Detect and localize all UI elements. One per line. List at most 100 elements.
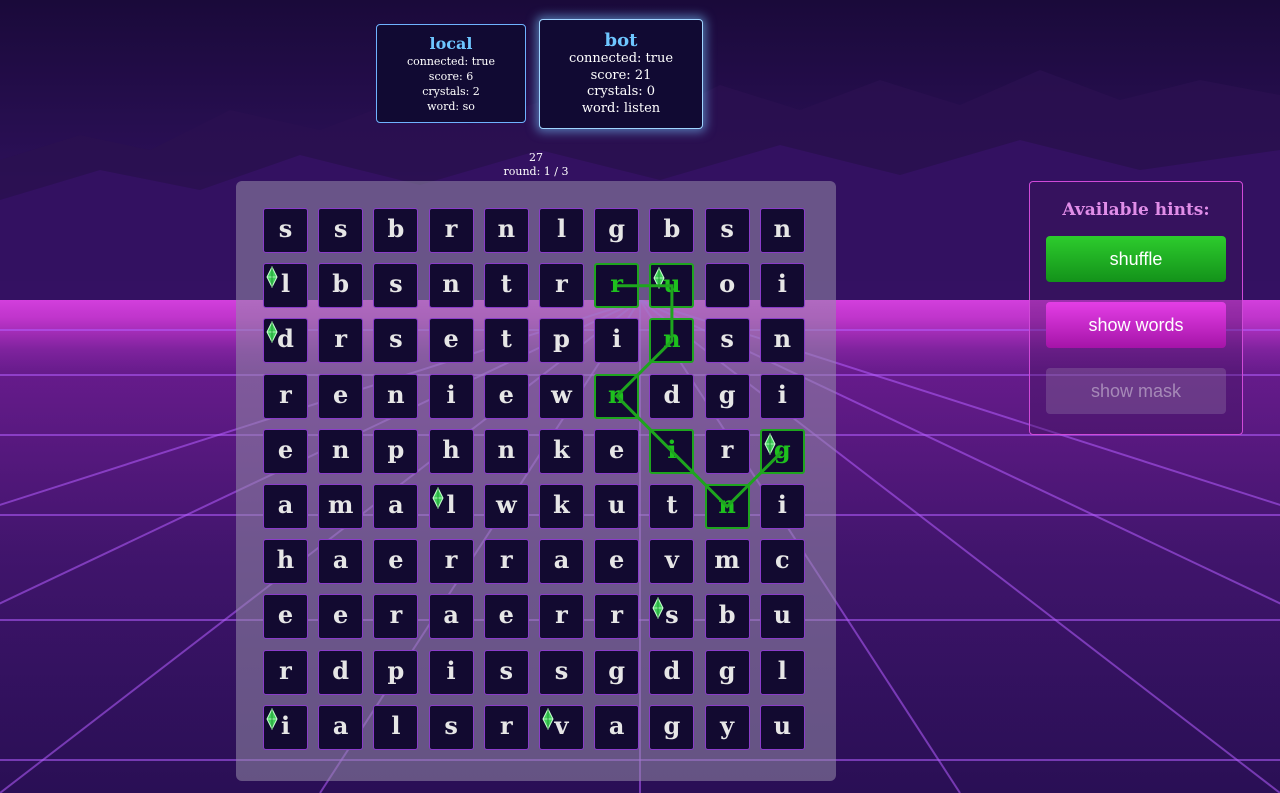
letter-tile[interactable]: g — [759, 428, 805, 474]
letter-tile[interactable]: a — [318, 539, 364, 585]
letter-tile[interactable]: s — [373, 318, 419, 364]
letter-tile[interactable]: b — [373, 208, 419, 253]
letter-tile[interactable]: a — [594, 704, 640, 750]
letter-tile[interactable]: g — [649, 704, 695, 750]
letter-tile[interactable]: r — [539, 594, 584, 640]
letter-tile[interactable]: u — [759, 704, 805, 750]
letter-tile[interactable]: r — [704, 428, 750, 474]
letter-tile[interactable]: r — [428, 539, 474, 585]
letter-tile[interactable]: s — [483, 649, 529, 695]
letter-tile[interactable]: e — [483, 594, 529, 640]
letter-tile[interactable]: d — [649, 373, 695, 419]
letter-tile[interactable]: e — [594, 539, 640, 585]
letter-tile[interactable]: e — [594, 428, 640, 474]
letter-tile[interactable]: n — [759, 208, 805, 253]
letter-tile[interactable]: t — [649, 484, 695, 529]
letter-tile[interactable]: n — [483, 208, 529, 253]
letter-tile[interactable]: r — [263, 649, 308, 695]
letter-tile[interactable]: n — [428, 263, 474, 309]
letter-tile[interactable]: r — [594, 263, 640, 309]
show-words-button[interactable]: show words — [1046, 302, 1226, 348]
letter-tile[interactable]: e — [318, 373, 364, 419]
letter-tile[interactable]: s — [649, 594, 695, 640]
letter-tile[interactable]: v — [539, 704, 584, 750]
letter-tile[interactable]: i — [428, 649, 474, 695]
shuffle-button[interactable]: shuffle — [1046, 236, 1226, 282]
letter-tile[interactable]: l — [373, 704, 419, 750]
letter-tile[interactable]: s — [704, 318, 750, 364]
letter-tile[interactable]: i — [428, 373, 474, 419]
letter-tile[interactable]: g — [704, 373, 750, 419]
letter-tile[interactable]: k — [539, 484, 584, 529]
letter-tile[interactable]: s — [704, 208, 750, 253]
letter-tile[interactable]: m — [704, 539, 750, 585]
letter-tile[interactable]: a — [318, 704, 364, 750]
letter-tile[interactable]: r — [594, 594, 640, 640]
letter-tile[interactable]: n — [483, 428, 529, 474]
letter-tile[interactable]: s — [318, 208, 364, 253]
letter-tile[interactable]: o — [704, 263, 750, 309]
letter-tile[interactable]: e — [263, 594, 308, 640]
letter-tile[interactable]: r — [373, 594, 419, 640]
letter-tile[interactable]: v — [649, 539, 695, 585]
letter-tile[interactable]: r — [539, 263, 584, 309]
letter-tile[interactable]: e — [373, 539, 419, 585]
letter-tile[interactable]: a — [539, 539, 584, 585]
letter-tile[interactable]: i — [759, 373, 805, 419]
letter-tile[interactable]: t — [483, 263, 529, 309]
letter-tile[interactable]: i — [759, 263, 805, 309]
letter-tile[interactable]: d — [318, 649, 364, 695]
letter-tile[interactable]: a — [263, 484, 308, 529]
letter-tile[interactable]: n — [594, 373, 640, 419]
letter-tile[interactable]: y — [704, 704, 750, 750]
letter-tile[interactable]: l — [428, 484, 474, 529]
letter-tile[interactable]: h — [428, 428, 474, 474]
letter-tile[interactable]: p — [373, 428, 419, 474]
letter-tile[interactable]: s — [428, 704, 474, 750]
letter-tile[interactable]: i — [594, 318, 640, 364]
letter-tile[interactable]: d — [649, 649, 695, 695]
letter-tile[interactable]: w — [483, 484, 529, 529]
letter-tile[interactable]: m — [318, 484, 364, 529]
letter-tile[interactable]: l — [539, 208, 584, 253]
letter-tile[interactable]: s — [373, 263, 419, 309]
letter-tile[interactable]: g — [594, 649, 640, 695]
letter-tile[interactable]: g — [704, 649, 750, 695]
letter-tile[interactable]: w — [539, 373, 584, 419]
letter-tile[interactable]: n — [759, 318, 805, 364]
letter-tile[interactable]: n — [704, 484, 750, 529]
letter-tile[interactable]: i — [649, 428, 695, 474]
letter-tile[interactable]: b — [649, 208, 695, 253]
letter-tile[interactable]: u — [649, 263, 695, 309]
letter-tile[interactable]: t — [483, 318, 529, 364]
letter-tile[interactable]: u — [759, 594, 805, 640]
letter-tile[interactable]: e — [263, 428, 308, 474]
letter-tile[interactable]: a — [428, 594, 474, 640]
letter-tile[interactable]: b — [704, 594, 750, 640]
letter-tile[interactable]: p — [373, 649, 419, 695]
letter-tile[interactable]: i — [759, 484, 805, 529]
letter-tile[interactable]: n — [649, 318, 695, 364]
letter-tile[interactable]: d — [263, 318, 308, 364]
letter-tile[interactable]: l — [263, 263, 308, 309]
letter-tile[interactable]: r — [483, 539, 529, 585]
letter-tile[interactable]: s — [539, 649, 584, 695]
letter-tile[interactable]: s — [263, 208, 308, 253]
letter-tile[interactable]: e — [428, 318, 474, 364]
show-mask-button[interactable]: show mask — [1046, 368, 1226, 414]
letter-tile[interactable]: n — [318, 428, 364, 474]
letter-tile[interactable]: r — [428, 208, 474, 253]
letter-tile[interactable]: h — [263, 539, 308, 585]
letter-tile[interactable]: e — [318, 594, 364, 640]
letter-tile[interactable]: r — [263, 373, 308, 419]
letter-tile[interactable]: p — [539, 318, 584, 364]
letter-tile[interactable]: r — [318, 318, 364, 364]
letter-tile[interactable]: a — [373, 484, 419, 529]
letter-tile[interactable]: n — [373, 373, 419, 419]
letter-tile[interactable]: e — [483, 373, 529, 419]
letter-tile[interactable]: k — [539, 428, 584, 474]
letter-tile[interactable]: g — [594, 208, 640, 253]
letter-tile[interactable]: c — [759, 539, 805, 585]
letter-tile[interactable]: r — [483, 704, 529, 750]
letter-tile[interactable]: b — [318, 263, 364, 309]
